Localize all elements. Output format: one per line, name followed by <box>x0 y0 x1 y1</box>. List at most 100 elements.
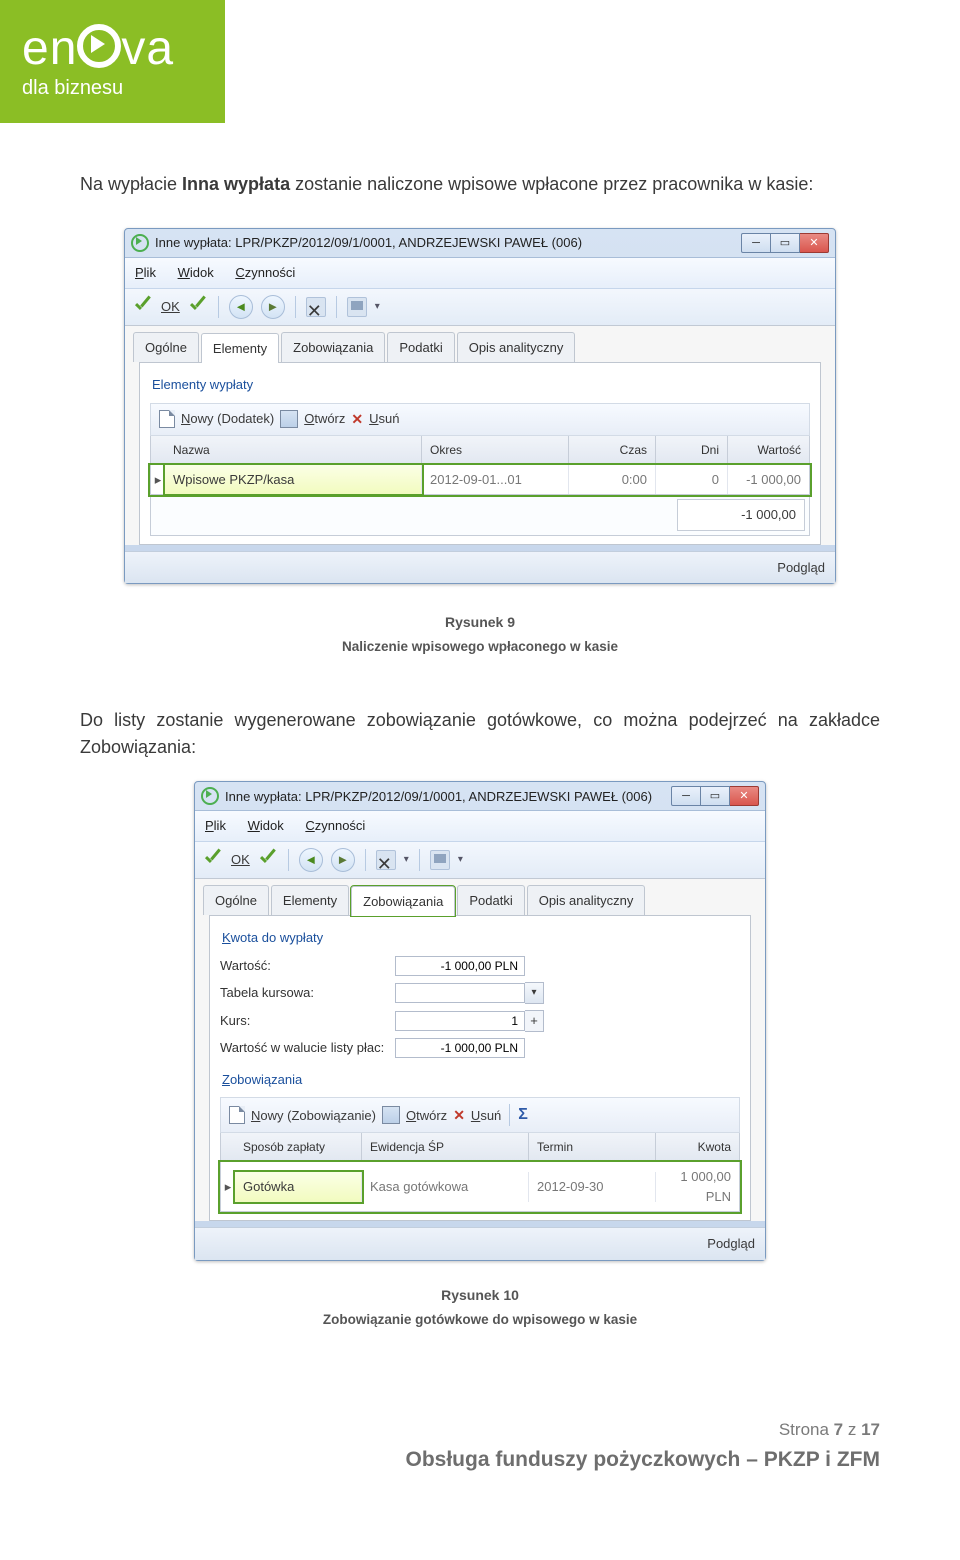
tools-icon[interactable]: ✕ <box>376 850 396 870</box>
tab-opis[interactable]: Opis analityczny <box>457 332 576 363</box>
label-kurs: Kurs: <box>220 1011 395 1031</box>
menu-widok[interactable]: Widok <box>248 818 284 833</box>
brand-logo: enva dla biznesu <box>0 0 225 123</box>
ok-button[interactable]: OK <box>231 850 250 870</box>
open-button[interactable]: Otwórz <box>406 1106 447 1126</box>
toolbar: OK ◄ ► ✕ ▾ <box>125 288 835 325</box>
col-okres[interactable]: Okres <box>422 436 569 464</box>
sigma-icon[interactable]: Σ <box>518 1103 528 1127</box>
brand-tagline: dla biznesu <box>22 77 225 100</box>
tabstrip: OgólneElementyZobowiązaniaPodatkiOpis an… <box>195 878 765 1222</box>
tools-icon[interactable]: ✕ <box>306 297 326 317</box>
titlebar: Inne wypłata: LPR/PKZP/2012/09/1/0001, A… <box>195 782 765 810</box>
toolbar: OK ◄ ► ✕ ▾ ▾ <box>195 841 765 878</box>
sub-toolbar: Nowy (Zobowiązanie) Otwórz ✕ Usuń Σ <box>220 1097 740 1133</box>
printer-icon[interactable] <box>347 297 367 317</box>
new-icon <box>159 410 175 428</box>
check-icon <box>203 850 223 870</box>
table-row[interactable]: ▸ Wpisowe PKZP/kasa 2012-09-01...01 0:00… <box>150 465 810 496</box>
tabstrip: OgólneElementyZobowiązaniaPodatkiOpis an… <box>125 325 835 545</box>
input-waluta[interactable] <box>395 1038 525 1058</box>
window-title: Inne wypłata: LPR/PKZP/2012/09/1/0001, A… <box>225 787 671 807</box>
cell-czas: 0:00 <box>569 465 656 495</box>
delete-button[interactable]: Usuń <box>369 409 399 429</box>
document-title: Obsługa funduszy pożyczkowych – PKZP i Z… <box>0 1448 880 1472</box>
nav-forward-button[interactable]: ► <box>261 295 285 319</box>
input-wartosc[interactable] <box>395 956 525 976</box>
cell-kwota: 1 000,00 PLN <box>656 1162 739 1211</box>
tab-podatki[interactable]: Podatki <box>457 885 524 916</box>
tab-zobowiazania[interactable]: Zobowiązania <box>281 332 385 363</box>
menu-plik[interactable]: Plik <box>205 818 226 833</box>
menu-czynnosci[interactable]: Czynności <box>235 265 295 280</box>
open-icon <box>382 1106 400 1124</box>
close-button[interactable]: ✕ <box>730 786 759 806</box>
input-kurs[interactable] <box>395 1011 525 1031</box>
tab-ogolne[interactable]: Ogólne <box>133 332 199 363</box>
nav-forward-button[interactable]: ► <box>331 848 355 872</box>
label-waluta: Wartość w walucie listy płac: <box>220 1038 395 1058</box>
figure-caption-2-sub: Zobowiązanie gotówkowe do wpisowego w ka… <box>80 1310 880 1330</box>
col-kwota[interactable]: Kwota <box>656 1133 739 1161</box>
col-czas[interactable]: Czas <box>569 436 656 464</box>
group-elementy: Elementy wypłaty <box>152 375 810 395</box>
nav-back-button[interactable]: ◄ <box>299 848 323 872</box>
window-elements: Inne wypłata: LPR/PKZP/2012/09/1/0001, A… <box>124 228 836 584</box>
figure-caption-2: Rysunek 10 <box>80 1285 880 1306</box>
maximize-button[interactable]: ▭ <box>701 786 730 806</box>
delete-button[interactable]: Usuń <box>471 1106 501 1126</box>
minimize-button[interactable]: ─ <box>671 786 701 806</box>
ok-button[interactable]: OK <box>161 297 180 317</box>
sub-toolbar: Nowy (Dodatek) Otwórz ✕ Usuń <box>150 403 810 436</box>
printer-icon[interactable] <box>430 850 450 870</box>
figure-caption-1-sub: Naliczenie wpisowego wpłaconego w kasie <box>80 637 880 657</box>
open-icon <box>280 410 298 428</box>
col-nazwa[interactable]: Nazwa <box>165 436 422 464</box>
menu-czynnosci[interactable]: Czynności <box>305 818 365 833</box>
menubar: Plik Widok Czynności <box>195 810 765 841</box>
figure-caption-1: Rysunek 9 <box>80 612 880 633</box>
brand-prefix: en <box>22 22 77 75</box>
menu-plik[interactable]: PPliklik <box>135 265 156 280</box>
tab-elementy[interactable]: Elementy <box>271 885 349 916</box>
label-tabela: Tabela kursowa: <box>220 983 395 1003</box>
minimize-button[interactable]: ─ <box>741 233 771 253</box>
app-icon <box>201 787 219 805</box>
col-termin[interactable]: Termin <box>529 1133 656 1161</box>
new-icon <box>229 1106 245 1124</box>
tab-ogolne[interactable]: Ogólne <box>203 885 269 916</box>
grid-header: Sposób zapłaty Ewidencja ŚP Termin Kwota <box>220 1133 740 1162</box>
cell-termin: 2012-09-30 <box>529 1172 656 1202</box>
col-ewidencja[interactable]: Ewidencja ŚP <box>362 1133 529 1161</box>
menu-widok[interactable]: Widok <box>178 265 214 280</box>
statusbar: Podgląd <box>125 551 835 584</box>
table-row[interactable]: ▸ Gotówka Kasa gotówkowa 2012-09-30 1 00… <box>220 1162 740 1212</box>
tab-zobowiazania[interactable]: Zobowiązania <box>351 886 455 917</box>
col-sposob[interactable]: Sposób zapłaty <box>235 1133 362 1161</box>
cell-dni: 0 <box>656 465 728 495</box>
close-button[interactable]: ✕ <box>800 233 829 253</box>
paragraph-2: Do listy zostanie wygenerowane zobowiąza… <box>80 707 880 761</box>
tab-podatki[interactable]: Podatki <box>387 332 454 363</box>
col-dni[interactable]: Dni <box>656 436 728 464</box>
new-button[interactable]: Nowy (Zobowiązanie) <box>251 1106 376 1126</box>
open-button[interactable]: Otwórz <box>304 409 345 429</box>
plus-button[interactable]: + <box>525 1010 544 1032</box>
delete-icon: ✕ <box>351 409 363 430</box>
statusbar: Podgląd <box>195 1227 765 1260</box>
nav-back-button[interactable]: ◄ <box>229 295 253 319</box>
cell-wartosc: -1 000,00 <box>728 465 809 495</box>
input-tabela[interactable] <box>395 983 525 1003</box>
total-row: -1 000,00 <box>150 495 810 536</box>
cell-okres: 2012-09-01...01 <box>422 465 569 495</box>
maximize-button[interactable]: ▭ <box>771 233 800 253</box>
cell-sposob: Gotówka <box>235 1172 362 1202</box>
dropdown-button[interactable]: ▾ <box>525 982 544 1004</box>
play-icon <box>77 24 121 68</box>
window-title: Inne wypłata: LPR/PKZP/2012/09/1/0001, A… <box>155 233 582 253</box>
col-wartosc[interactable]: Wartość <box>728 436 809 464</box>
tab-opis[interactable]: Opis analityczny <box>527 885 646 916</box>
new-button[interactable]: Nowy (Dodatek) <box>181 409 274 429</box>
window-zobowiazania: Inne wypłata: LPR/PKZP/2012/09/1/0001, A… <box>194 781 766 1261</box>
tab-elementy[interactable]: Elementy <box>201 333 279 364</box>
